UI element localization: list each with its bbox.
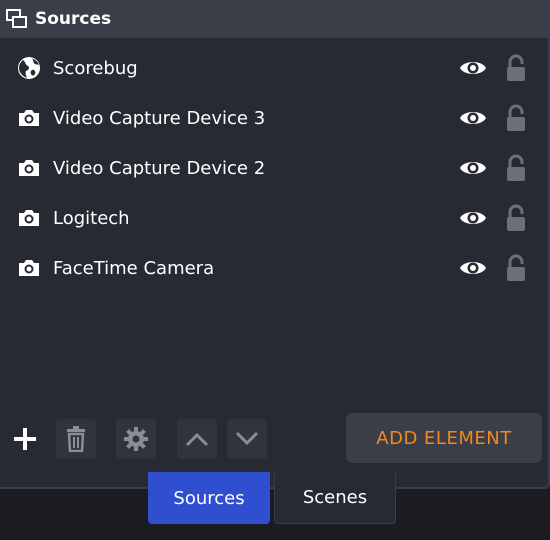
source-row-logitech[interactable]: Logitech [0,193,548,243]
trash-icon [67,426,85,452]
source-label: Video Capture Device 2 [53,157,266,179]
move-down-button[interactable] [227,419,267,459]
source-label: FaceTime Camera [53,257,215,279]
add-element-button[interactable]: ADD ELEMENT [346,413,542,463]
sources-toolbar: ADD ELEMENT [0,406,548,472]
dock-header: Sources [0,0,548,38]
source-row-scorebug[interactable]: Scorebug [0,43,548,93]
visibility-eye-icon[interactable] [458,106,488,130]
gear-icon [124,427,148,451]
source-row-facetime-camera[interactable]: FaceTime Camera [0,243,548,293]
source-row-video-capture-3[interactable]: Video Capture Device 3 [0,93,548,143]
visibility-eye-icon[interactable] [458,56,488,80]
chevron-up-icon [185,432,209,447]
visibility-eye-icon[interactable] [458,256,488,280]
lock-icon[interactable] [503,203,529,233]
lock-icon[interactable] [503,153,529,183]
sources-dock: Sources Scorebug Video Capture Device 3 … [0,0,550,489]
camera-icon [16,105,42,131]
globe-icon [16,55,42,81]
lock-icon[interactable] [503,53,529,83]
chevron-down-icon [235,431,259,446]
tab-scenes[interactable]: Scenes [274,472,396,524]
source-label: Scorebug [53,57,138,79]
tab-sources[interactable]: Sources [148,472,270,524]
lock-icon[interactable] [503,103,529,133]
sources-list: Scorebug Video Capture Device 3 Video Ca… [0,38,548,406]
sources-icon [5,7,31,31]
source-row-video-capture-2[interactable]: Video Capture Device 2 [0,143,548,193]
add-source-button[interactable] [5,419,45,459]
dock-title: Sources [35,9,112,29]
camera-icon [16,155,42,181]
lock-icon[interactable] [503,253,529,283]
source-label: Logitech [53,207,130,229]
visibility-eye-icon[interactable] [458,206,488,230]
visibility-eye-icon[interactable] [458,156,488,180]
source-properties-button[interactable] [116,419,156,459]
camera-icon [16,255,42,281]
camera-icon [16,205,42,231]
plus-icon [14,428,36,450]
source-label: Video Capture Device 3 [53,107,266,129]
move-up-button[interactable] [177,419,217,459]
remove-source-button[interactable] [56,419,96,459]
